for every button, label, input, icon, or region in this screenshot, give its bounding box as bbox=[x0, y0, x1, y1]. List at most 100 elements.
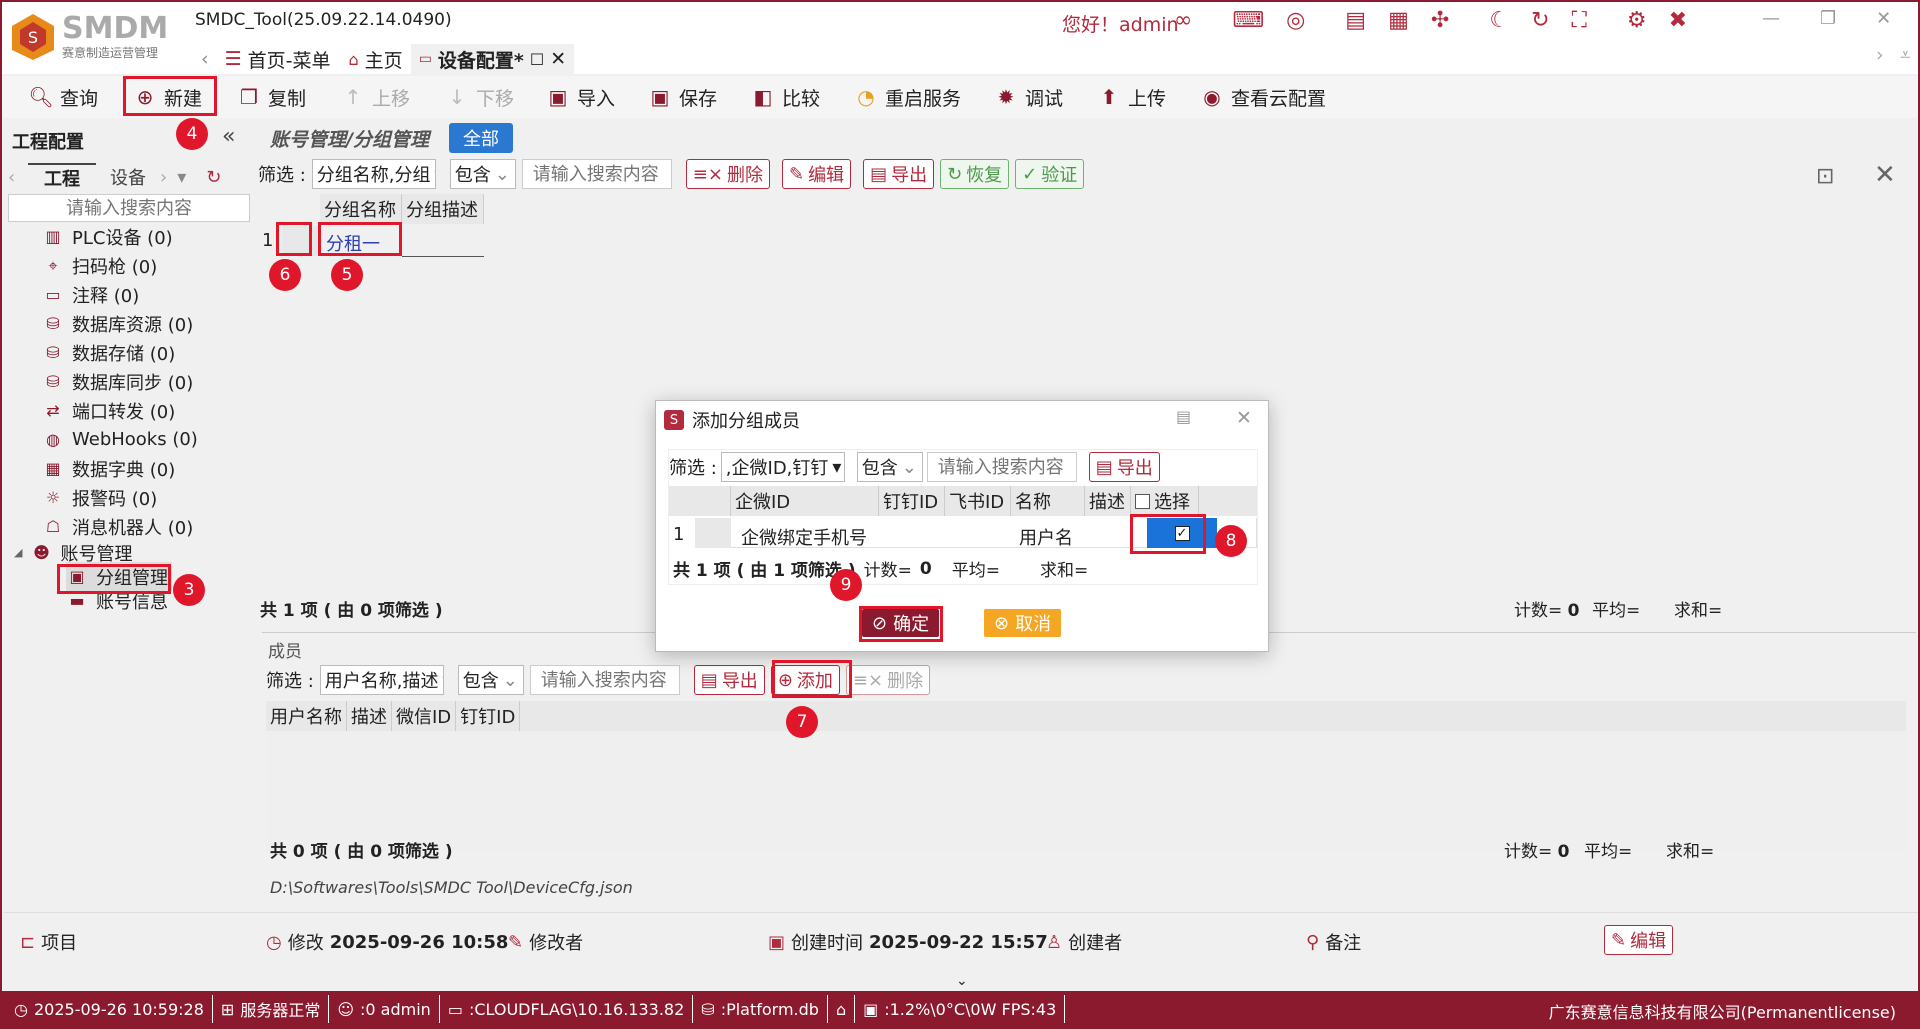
select-all-checkbox[interactable] bbox=[1135, 493, 1150, 509]
capture-icon[interactable]: ⊡ bbox=[1816, 164, 1834, 189]
link-icon[interactable]: ∞ bbox=[1174, 8, 1192, 33]
footer-edit-button[interactable]: ✎ 编辑 bbox=[1604, 925, 1674, 955]
all-button[interactable]: 全部 bbox=[448, 123, 513, 153]
restart-service-button[interactable]: ◔ 重启服务 bbox=[855, 77, 961, 117]
calculator-icon[interactable]: ▦ bbox=[1388, 8, 1409, 33]
filter-op-select[interactable]: 包含 ⌄ bbox=[449, 159, 516, 189]
members-delete-button[interactable]: ≡× 删除 bbox=[845, 665, 931, 695]
column-wechat-id[interactable]: 微信ID bbox=[392, 701, 457, 731]
close-window-icon[interactable]: ✕ bbox=[1876, 8, 1891, 29]
query-button[interactable]: 🔍︎ 查询 bbox=[28, 77, 98, 117]
tree-item-plc[interactable]: ▥ PLC设备 (0) bbox=[42, 222, 198, 251]
dialog-summary: 共 1 项 ( 由 1 项筛选 ) 计数= 0 平均= 求和= bbox=[673, 558, 1089, 582]
tree-item-scanner[interactable]: ⌖ 扫码枪 (0) bbox=[42, 251, 198, 280]
tools-icon[interactable]: ✖ bbox=[1669, 8, 1687, 33]
dialog-search-input[interactable] bbox=[926, 452, 1077, 482]
tab-device-config[interactable]: ▭ 设备配置* ☐ ✕ bbox=[410, 44, 575, 74]
tab-menu-icon[interactable]: ⩡ bbox=[1900, 44, 1911, 66]
tab-main[interactable]: ⌂ 主页 bbox=[341, 46, 411, 73]
dialog-filter-field[interactable]: ,企微ID,钉钉 ▾ bbox=[720, 452, 845, 482]
dialog-keyboard-icon[interactable]: ▤ bbox=[1176, 407, 1191, 426]
left-search-input[interactable] bbox=[8, 194, 250, 222]
debug-button[interactable]: ✹ 调试 bbox=[995, 77, 1063, 117]
move-down-button[interactable]: ↓ 下移 bbox=[446, 77, 514, 117]
reload-icon[interactable]: ↻ bbox=[206, 167, 221, 188]
view-cloud-config-button[interactable]: ◉ 查看云配置 bbox=[1201, 77, 1326, 117]
main-avg: 平均= bbox=[1592, 600, 1641, 621]
edit-button[interactable]: ✎ 编辑 bbox=[781, 159, 852, 189]
members-search-input[interactable] bbox=[529, 665, 680, 695]
info-footer: ⊏ 项目 ◷ 修改 2025-09-26 10:58 ✎ 修改者 ▣ 创建时间 2025-0… bbox=[4, 912, 1918, 989]
members-export-button[interactable]: ▤ 导出 bbox=[693, 665, 765, 695]
collapse-icon[interactable]: « bbox=[222, 124, 235, 149]
members-filter-op[interactable]: 包含 ⌄ bbox=[457, 665, 524, 695]
main-search-input[interactable] bbox=[521, 159, 672, 189]
tree-item-webhooks[interactable]: ◍ WebHooks (0) bbox=[42, 425, 198, 454]
compare-button[interactable]: ◧ 比较 bbox=[752, 77, 820, 117]
column-name[interactable]: 名称 bbox=[1011, 486, 1085, 516]
tree-item-db-sync[interactable]: ⛁ 数据库同步 (0) bbox=[42, 367, 198, 396]
tree-item-dictionary[interactable]: ▦ 数据字典 (0) bbox=[42, 454, 198, 483]
tab-prev-icon[interactable]: ‹ bbox=[195, 48, 215, 70]
import-button[interactable]: ▣ 导入 bbox=[547, 77, 615, 117]
column-select[interactable]: 选择 bbox=[1131, 486, 1199, 516]
tab-next-icon[interactable]: › bbox=[1876, 44, 1884, 66]
column-dingtalk-id[interactable]: 钉钉ID bbox=[456, 701, 521, 731]
dialog-close-icon[interactable]: ✕ bbox=[1236, 407, 1252, 429]
left-tab-next-icon[interactable]: › bbox=[160, 167, 167, 188]
restore-icon[interactable]: ❐ bbox=[1820, 8, 1836, 29]
settings-icon[interactable]: ⚙ bbox=[1627, 8, 1647, 33]
members-filter-field[interactable]: 用户名称,描述▾ bbox=[319, 665, 444, 695]
copy-button[interactable]: ❐ 复制 bbox=[238, 77, 306, 117]
expand-down-icon[interactable]: ⌄ bbox=[956, 973, 968, 989]
upload-button[interactable]: ⬆ 上传 bbox=[1098, 77, 1166, 117]
close-panel-icon[interactable]: ✕ bbox=[1874, 160, 1896, 190]
tab-close-icon[interactable]: ✕ bbox=[550, 48, 566, 70]
step-badge-5: 5 bbox=[331, 259, 363, 291]
tree-item-bot[interactable]: ☖ 消息机器人 (0) bbox=[42, 512, 198, 541]
column-desc[interactable]: 描述 bbox=[347, 701, 392, 731]
left-tab-prev-icon[interactable]: ‹ bbox=[8, 167, 28, 188]
tree-item-db-storage[interactable]: ⛁ 数据存储 (0) bbox=[42, 338, 198, 367]
export-button[interactable]: ▤ 导出 bbox=[863, 159, 935, 189]
column-desc[interactable]: 描述 bbox=[1085, 486, 1131, 516]
keyboard-icon[interactable]: ▤ bbox=[1345, 8, 1366, 33]
tree-item-comment[interactable]: ▭ 注释 (0) bbox=[42, 280, 198, 309]
delete-button[interactable]: ≡× 删除 bbox=[685, 159, 770, 189]
minimize-icon[interactable]: — bbox=[1762, 8, 1780, 29]
column-user-name[interactable]: 用户名称 bbox=[266, 701, 347, 731]
globe-icon[interactable]: ◎ bbox=[1286, 8, 1305, 33]
tab-maximize-icon[interactable]: ☐ bbox=[530, 50, 544, 69]
network-icon[interactable]: ✣ bbox=[1431, 8, 1449, 33]
moon-icon[interactable]: ☾ bbox=[1489, 8, 1509, 33]
members-avg: 平均= bbox=[1584, 842, 1633, 862]
dialog-filter-op[interactable]: 包含 ⌄ bbox=[856, 452, 923, 482]
highlight-group bbox=[57, 564, 171, 594]
tab-device[interactable]: 设备 bbox=[96, 164, 160, 190]
move-up-button[interactable]: ↑ 上移 bbox=[342, 77, 410, 117]
column-group-desc[interactable]: 分组描述 bbox=[402, 194, 484, 224]
tree-item-port-forward[interactable]: ⇄ 端口转发 (0) bbox=[42, 396, 198, 425]
dropdown-icon: ▾ bbox=[435, 164, 436, 185]
column-weixin-id[interactable]: 企微ID bbox=[731, 486, 879, 516]
filter-field-select[interactable]: 分组名称,分组▾ bbox=[311, 159, 436, 189]
fullscreen-icon[interactable]: ⛶ bbox=[1572, 8, 1587, 33]
save-button[interactable]: ▣ 保存 bbox=[649, 77, 717, 117]
cancel-button[interactable]: ⊗ 取消 bbox=[984, 609, 1062, 637]
verify-button[interactable]: ✓ 验证 bbox=[1015, 159, 1085, 189]
dialog-cell-name[interactable]: 用户名 bbox=[1019, 524, 1073, 550]
tree-item-db-resource[interactable]: ⛁ 数据库资源 (0) bbox=[42, 309, 198, 338]
column-feishu-id[interactable]: 飞书ID bbox=[945, 486, 1011, 516]
filter-icon[interactable]: ▾ bbox=[177, 167, 186, 188]
dialog-cell-weixin[interactable]: 企微绑定手机号 bbox=[741, 524, 867, 550]
tree-item-alarm[interactable]: ☼ 报警码 (0) bbox=[42, 483, 198, 512]
refresh-icon[interactable]: ↻ bbox=[1531, 8, 1549, 33]
tab-home-menu[interactable]: ☰ 首页-菜单 bbox=[215, 46, 341, 73]
dialog-export-button[interactable]: ▤ 导出 bbox=[1088, 452, 1160, 482]
restore-button[interactable]: ↻ 恢复 bbox=[940, 159, 1010, 189]
filter-label: 筛选 : bbox=[258, 165, 306, 186]
column-group-name[interactable]: 分组名称 bbox=[320, 194, 402, 224]
column-dingtalk-id[interactable]: 钉钉ID bbox=[879, 486, 945, 516]
terminal-icon[interactable]: ⌨ bbox=[1232, 8, 1264, 33]
tab-project[interactable]: 工程 bbox=[28, 163, 96, 191]
